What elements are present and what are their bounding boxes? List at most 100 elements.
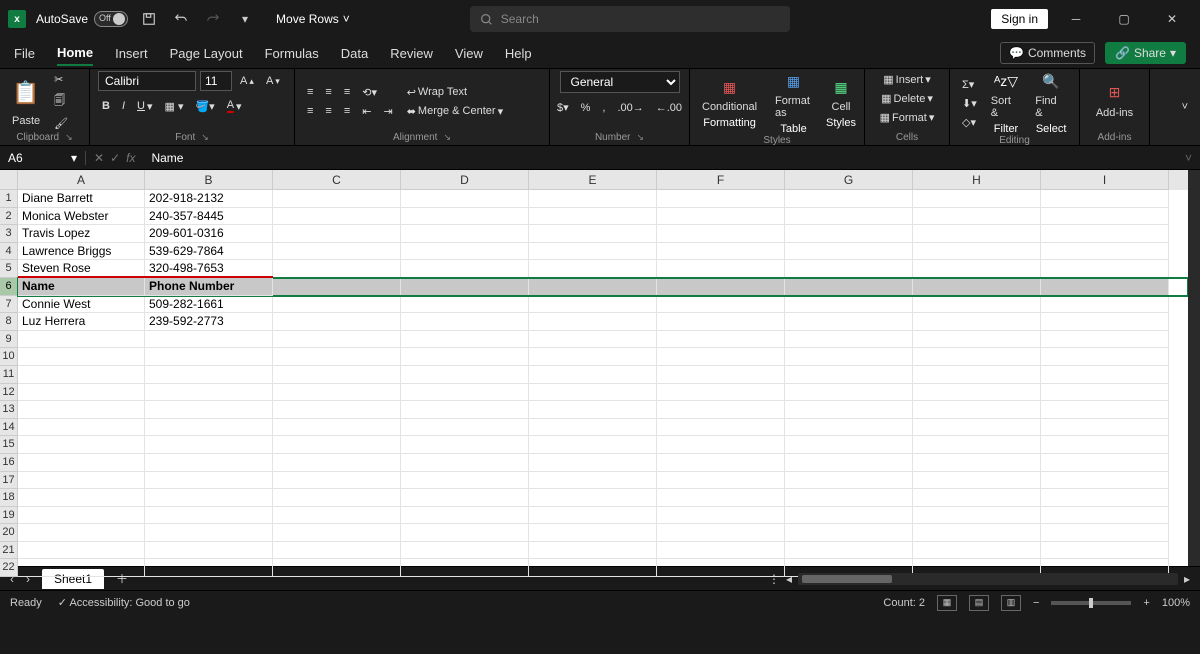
row-header[interactable]: 10 <box>0 348 18 366</box>
cell[interactable] <box>18 454 145 472</box>
cell[interactable] <box>401 401 529 419</box>
cell[interactable] <box>529 489 657 507</box>
cell[interactable] <box>657 278 785 296</box>
row-header[interactable]: 1 <box>0 190 18 208</box>
cell[interactable] <box>657 260 785 278</box>
cell[interactable] <box>1041 243 1169 261</box>
decrease-font-icon[interactable]: A▾ <box>262 73 284 89</box>
cell[interactable] <box>273 225 401 243</box>
cell[interactable] <box>18 542 145 560</box>
cell[interactable] <box>529 472 657 490</box>
cell[interactable] <box>145 366 273 384</box>
cell[interactable] <box>18 507 145 525</box>
format-cells-button[interactable]: ▦ Format ▾ <box>876 109 939 126</box>
cell[interactable] <box>913 313 1041 331</box>
column-header[interactable]: E <box>529 170 657 190</box>
table-row[interactable]: Connie West509-282-1661 <box>18 296 1188 314</box>
cell[interactable] <box>913 225 1041 243</box>
maximize-button[interactable]: ▢ <box>1104 4 1144 34</box>
row-header[interactable]: 20 <box>0 524 18 542</box>
format-as-table-icon[interactable]: ▦ <box>784 71 804 91</box>
cell[interactable] <box>273 401 401 419</box>
cell[interactable] <box>529 331 657 349</box>
cell[interactable] <box>1041 524 1169 542</box>
cell[interactable] <box>529 401 657 419</box>
increase-decimal-icon[interactable]: .00→ <box>613 100 647 116</box>
copy-icon[interactable]: 🗐 <box>50 90 72 113</box>
format-painter-icon[interactable]: 🖌 <box>50 115 72 132</box>
cell[interactable]: Name <box>18 278 145 296</box>
zoom-level[interactable]: 100% <box>1162 597 1190 609</box>
cell[interactable] <box>913 366 1041 384</box>
cell[interactable] <box>785 384 913 402</box>
table-row[interactable]: Luz Herrera239-592-2773 <box>18 313 1188 331</box>
cell[interactable] <box>913 524 1041 542</box>
autosave-switch[interactable]: Off <box>94 11 128 27</box>
cell[interactable] <box>785 401 913 419</box>
wrap-text-button[interactable]: ↩Wrap Text <box>403 84 507 101</box>
page-break-view-icon[interactable]: ▥ <box>1001 595 1021 611</box>
cell-styles-icon[interactable]: ▦ <box>831 77 851 97</box>
dialog-launcher-icon[interactable]: ↘ <box>637 132 645 143</box>
cell[interactable] <box>785 524 913 542</box>
cell[interactable] <box>529 190 657 208</box>
cell[interactable] <box>785 313 913 331</box>
collapse-ribbon-icon[interactable]: ˅ <box>1178 99 1192 115</box>
cell[interactable] <box>401 366 529 384</box>
cell[interactable] <box>657 419 785 437</box>
dialog-launcher-icon[interactable]: ↘ <box>65 132 73 143</box>
cell[interactable]: 202-918-2132 <box>145 190 273 208</box>
paste-icon[interactable]: 📋 <box>8 75 44 111</box>
cell[interactable] <box>657 524 785 542</box>
minimize-button[interactable]: ─ <box>1056 4 1096 34</box>
cell[interactable] <box>401 384 529 402</box>
tab-page-layout[interactable]: Page Layout <box>170 42 243 65</box>
orientation-icon[interactable]: ⟲▾ <box>358 84 381 101</box>
cell[interactable] <box>785 489 913 507</box>
cell[interactable] <box>529 366 657 384</box>
cell[interactable] <box>1041 436 1169 454</box>
cell[interactable] <box>785 208 913 226</box>
cell[interactable] <box>401 313 529 331</box>
table-row[interactable] <box>18 524 1188 542</box>
align-middle-icon[interactable]: ≡ <box>321 84 335 100</box>
column-header[interactable]: B <box>145 170 273 190</box>
cell[interactable]: Diane Barrett <box>18 190 145 208</box>
cell[interactable] <box>273 489 401 507</box>
cell[interactable] <box>273 366 401 384</box>
cell[interactable] <box>18 419 145 437</box>
accessibility-status[interactable]: ✓ Accessibility: Good to go <box>58 596 190 609</box>
expand-formula-icon[interactable]: ˅ <box>1177 151 1200 165</box>
cell[interactable] <box>401 260 529 278</box>
row-header[interactable]: 12 <box>0 384 18 402</box>
table-row[interactable] <box>18 472 1188 490</box>
align-left-icon[interactable]: ≡ <box>303 103 317 119</box>
table-row[interactable] <box>18 366 1188 384</box>
undo-icon[interactable] <box>170 8 192 30</box>
cell[interactable] <box>785 260 913 278</box>
zoom-slider[interactable] <box>1051 601 1131 605</box>
row-header[interactable]: 22 <box>0 559 18 577</box>
cell[interactable] <box>657 472 785 490</box>
addins-button[interactable]: Add-ins <box>1092 105 1137 121</box>
cell[interactable] <box>401 524 529 542</box>
cell[interactable] <box>785 507 913 525</box>
autosave-toggle[interactable]: AutoSave Off <box>36 11 128 27</box>
row-header[interactable]: 8 <box>0 313 18 331</box>
cell[interactable] <box>913 419 1041 437</box>
autosum-icon[interactable]: Σ▾ <box>958 76 981 93</box>
cell[interactable]: Phone Number <box>145 278 273 296</box>
cell[interactable] <box>1041 384 1169 402</box>
cell[interactable] <box>913 296 1041 314</box>
vertical-scrollbar[interactable] <box>1188 170 1200 566</box>
cell[interactable] <box>401 559 529 577</box>
cell[interactable] <box>785 454 913 472</box>
tab-formulas[interactable]: Formulas <box>265 42 319 65</box>
cell[interactable] <box>913 472 1041 490</box>
cell[interactable] <box>785 348 913 366</box>
cell[interactable] <box>529 384 657 402</box>
merge-center-button[interactable]: ⬌Merge & Center ▾ <box>403 103 507 120</box>
cell[interactable] <box>273 507 401 525</box>
cell[interactable] <box>1041 190 1169 208</box>
percent-icon[interactable]: % <box>577 100 595 116</box>
